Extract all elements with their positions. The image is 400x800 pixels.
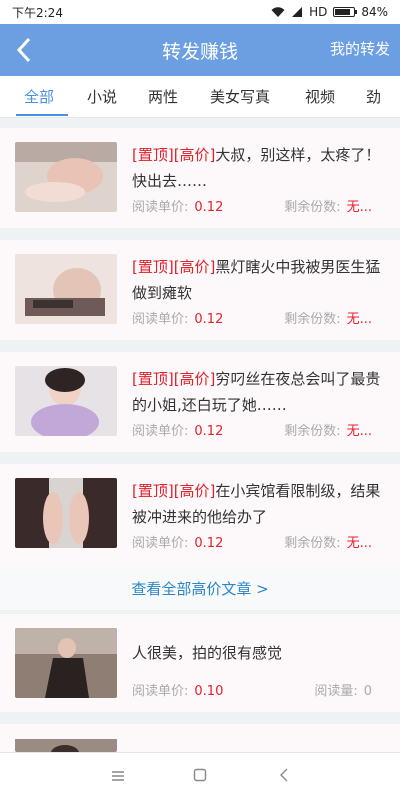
article-title: [置顶][高价]黑灯瞎火中我被男医生猛做到瘫软	[132, 258, 381, 302]
remaining-count: 剩余份数: 无...	[284, 200, 372, 215]
article-title: [置顶][高价]大叔，别这样，太疼了！快出去……	[132, 146, 381, 190]
system-navigation-bar	[0, 752, 400, 800]
back-nav-button[interactable]	[274, 767, 294, 787]
article-title: [置顶][高价]在小宾馆看限制级，结果被冲进来的他给办了	[132, 482, 381, 526]
tab-video[interactable]: 视频	[305, 86, 335, 107]
divider	[0, 340, 400, 352]
active-tab-indicator	[16, 114, 68, 116]
battery-percent: 84%	[361, 5, 388, 19]
article-thumbnail	[15, 628, 117, 698]
tab-beauty-photos[interactable]: 美女写真	[210, 86, 270, 107]
article-item[interactable]: [置顶][高价]穷叼丝在夜总会叫了最贵的小姐,还白玩了她…… 阅读单价: 0.12…	[0, 352, 400, 452]
unit-price: 阅读单价: 0.12	[132, 312, 224, 327]
unit-price: 阅读单价: 0.12	[132, 536, 224, 551]
remaining-count: 剩余份数: 无...	[284, 536, 372, 551]
home-square-icon	[193, 768, 207, 782]
unit-price: 阅读单价: 0.12	[132, 424, 224, 439]
page-title: 转发赚钱	[161, 40, 238, 63]
category-tabs: 全部 小说 两性 美女写真 视频 劲	[0, 76, 400, 118]
article-thumbnail	[15, 478, 117, 548]
home-button[interactable]	[190, 767, 210, 787]
wifi-icon	[271, 7, 285, 17]
read-count: 阅读量: 0	[314, 684, 372, 699]
article-title: 人很美，拍的很有感觉	[132, 644, 283, 662]
tab-sexuality[interactable]: 两性	[148, 86, 178, 107]
article-thumbnail	[15, 738, 117, 752]
remaining-count: 剩余份数: 无...	[284, 312, 372, 327]
my-forward-button[interactable]: 我的转发	[330, 38, 390, 59]
status-time: 下午2:24	[12, 5, 63, 20]
remaining-count: 剩余份数: 无...	[284, 424, 372, 439]
status-icons: HD 84%	[271, 5, 388, 19]
divider	[0, 118, 400, 128]
battery-fill	[335, 9, 351, 15]
tab-more[interactable]: 劲	[366, 86, 381, 107]
signal-icon	[292, 7, 303, 17]
menu-button[interactable]	[108, 767, 128, 787]
app-header: 转发赚钱 我的转发	[0, 24, 400, 76]
article-thumbnail	[15, 142, 117, 212]
back-button[interactable]	[6, 32, 42, 68]
unit-price: 阅读单价: 0.10	[132, 684, 224, 699]
article-thumbnail	[15, 254, 117, 324]
chevron-left-icon	[16, 37, 31, 63]
article-item[interactable]: [置顶][高价]大叔，别这样，太疼了！快出去…… 阅读单价: 0.12 剩余份数:…	[0, 128, 400, 228]
article-thumbnail	[15, 366, 117, 436]
article-item[interactable]: [置顶][高价]在小宾馆看限制级，结果被冲进来的他给办了 阅读单价: 0.12 剩…	[0, 464, 400, 566]
article-item[interactable]: [置顶][高价]黑灯瞎火中我被男医生猛做到瘫软 阅读单价: 0.12 剩余份数: 无…	[0, 240, 400, 340]
article-item[interactable]	[0, 724, 400, 752]
back-triangle-icon	[280, 768, 288, 782]
status-bar: 下午2:24 HD 84%	[0, 0, 400, 24]
divider	[0, 228, 400, 240]
unit-price: 阅读单价: 0.12	[132, 200, 224, 215]
divider	[0, 452, 400, 464]
network-type: HD	[309, 5, 328, 19]
tab-all[interactable]: 全部	[24, 86, 54, 107]
battery-icon	[333, 7, 358, 17]
divider	[0, 712, 400, 724]
menu-icon	[112, 771, 124, 781]
view-all-premium-link[interactable]: 查看全部高价文章 >	[0, 566, 400, 610]
tab-novel[interactable]: 小说	[87, 86, 117, 107]
article-title: [置顶][高价]穷叼丝在夜总会叫了最贵的小姐,还白玩了她……	[132, 370, 381, 414]
article-item[interactable]: 人很美，拍的很有感觉 阅读单价: 0.10 阅读量: 0	[0, 614, 400, 712]
